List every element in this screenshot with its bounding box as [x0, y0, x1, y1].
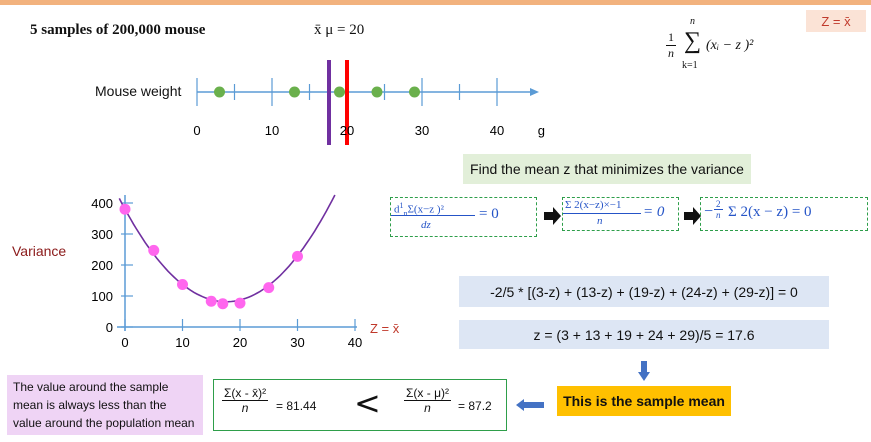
arrow-down-icon: [638, 361, 650, 381]
sigma-bottom: k=1: [682, 60, 698, 71]
arrow-right-icon: [544, 207, 561, 225]
number-line-tick-label: 30: [415, 123, 429, 138]
population-mean-variance: Σ(x - μ)² n: [404, 386, 451, 415]
x-tick-label: 40: [348, 335, 362, 350]
number-line-tick-label: 20: [340, 123, 354, 138]
sigma-symbol: ∑: [684, 28, 702, 54]
sigma-top: n: [690, 16, 695, 27]
less-than-sign: <: [354, 384, 381, 422]
x-tick-label: 0: [121, 335, 128, 350]
y-tick-label: 300: [91, 227, 113, 242]
y-tick-label: 0: [106, 320, 113, 335]
y-tick-label: 400: [91, 196, 113, 211]
conclusion-note: The value around the sample mean is alwa…: [7, 375, 203, 435]
mouse-weight-label: Mouse weight: [95, 83, 182, 99]
arrow-left-icon: [516, 399, 544, 411]
number-line-arrow: [530, 88, 539, 96]
variance-point: [119, 203, 131, 215]
variance-point: [217, 298, 229, 310]
variance-point: [148, 244, 160, 256]
variance-point: [292, 250, 303, 262]
arrow-right-icon: [684, 207, 701, 225]
comparison-box: Σ(x - x̄)² n = 81.44 < Σ(x - μ)² n = 87.…: [213, 379, 507, 431]
y-tick-label: 200: [91, 258, 113, 273]
variance-point: [234, 297, 246, 309]
y-tick-label: 100: [91, 289, 113, 304]
sample-point: [409, 86, 420, 98]
sample-point: [334, 86, 345, 98]
derivative-step-2: Σ 2(x−z)×−1 n = 0: [562, 197, 679, 231]
derivative-step-1: d1nΣ(x−z )² dz = 0: [390, 197, 537, 237]
number-line-tick-label: 10: [265, 123, 279, 138]
sample-mean-variance: Σ(x - x̄)² n: [222, 386, 269, 415]
x-tick-label: 10: [175, 335, 189, 350]
variance-point: [263, 282, 275, 294]
sample-point: [214, 86, 225, 98]
number-line-tick-labels: 0 10 20 30 40: [193, 123, 504, 138]
derivative-step-3: − 2 n Σ 2(x − z) = 0: [700, 197, 868, 231]
variance-chart: 0 10 20 30 400100200300400 Z = x̄: [91, 194, 400, 350]
expanded-equation: -2/5 * [(3-z) + (13-z) + (19-z) + (24-z)…: [459, 276, 829, 307]
variance-point: [177, 279, 188, 291]
number-line-tick-label: 40: [490, 123, 504, 138]
y-axis-label: Variance: [12, 243, 67, 259]
sample-point: [371, 86, 383, 98]
number-line: 0 10 20 30 40 g: [193, 60, 545, 145]
x-tick-label: 30: [290, 335, 304, 350]
unit-label: g: [538, 123, 545, 138]
chart-axes: [117, 195, 357, 331]
x-tick-label: 20: [233, 335, 247, 350]
mean-symbols: x̄ μ = 20: [314, 22, 365, 38]
solved-equation: z = (3 + 13 + 19 + 24 + 29)/5 = 17.6: [459, 320, 829, 349]
number-line-marks: [214, 60, 420, 145]
variance-points: [119, 203, 303, 310]
page-title: 5 samples of 200,000 mouse: [30, 22, 206, 38]
formula-body: (xᵢ − z )²: [706, 38, 754, 53]
sample-mean-callout: This is the sample mean: [557, 386, 731, 416]
number-line-tick-label: 0: [193, 123, 200, 138]
sample-point: [289, 86, 300, 98]
one-over-n: 1 n: [666, 30, 676, 60]
variance-point: [205, 295, 217, 307]
x-axis-label: Z = x̄: [370, 321, 400, 336]
goal-box: Find the mean z that minimizes the varia…: [463, 154, 751, 184]
z-equals-xbar-badge: Z = x̄: [806, 10, 866, 32]
top-accent-bar: [0, 0, 871, 5]
